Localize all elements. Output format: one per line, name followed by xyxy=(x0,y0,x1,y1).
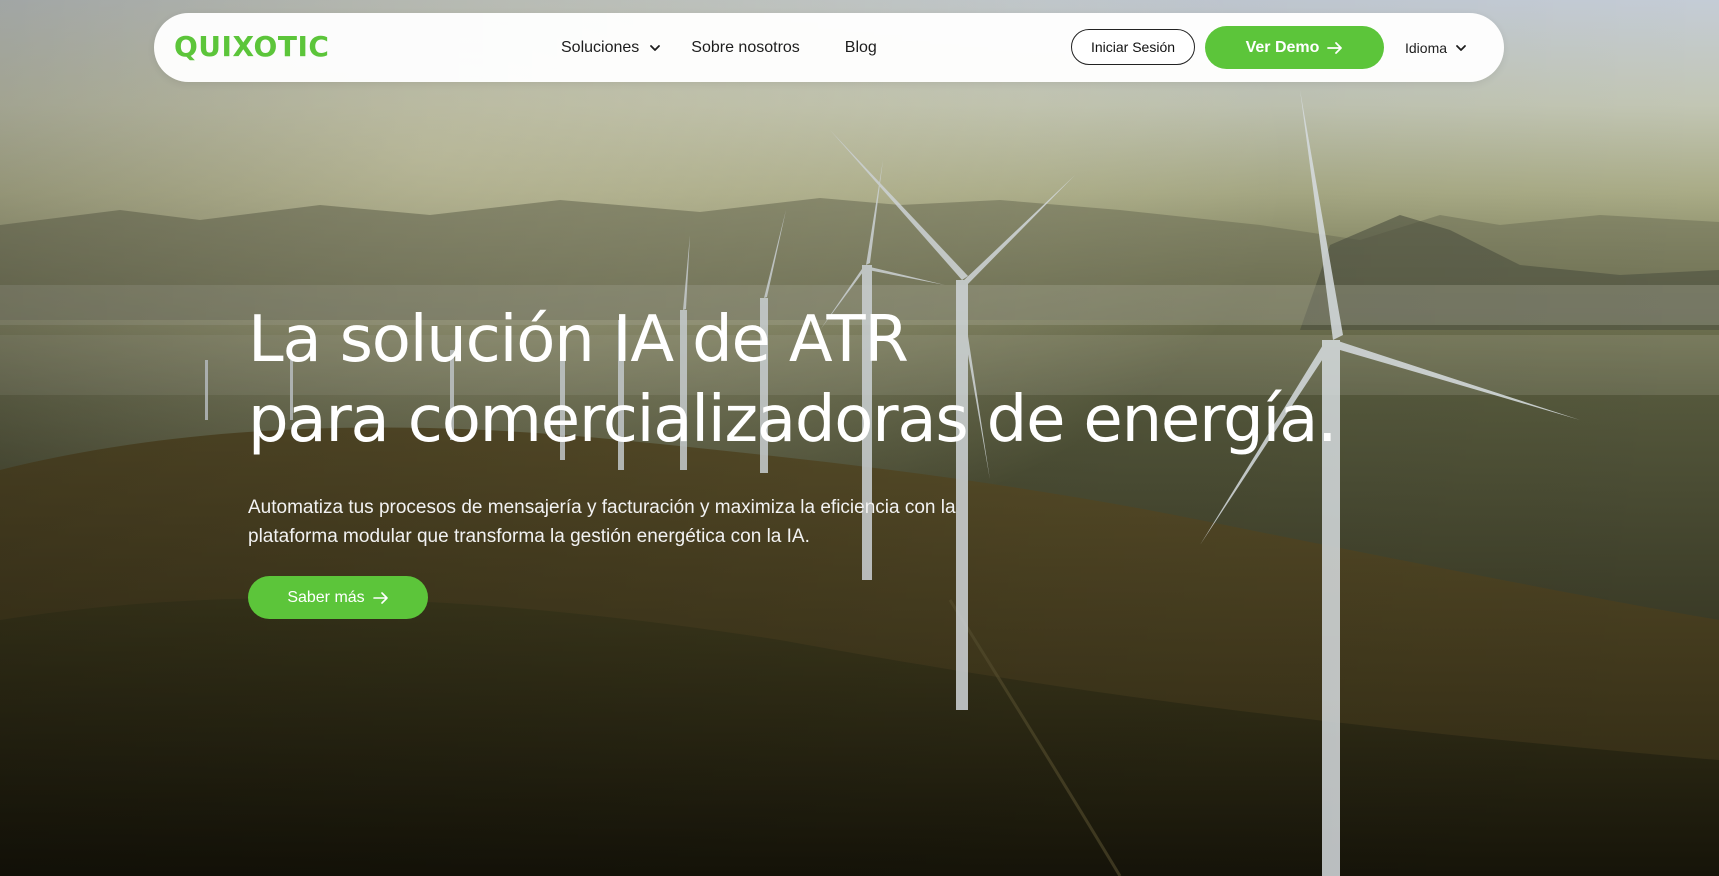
arrow-right-icon xyxy=(372,591,388,604)
nav-item-soluciones[interactable]: Soluciones xyxy=(561,39,661,57)
nav-item-sobre-nosotros[interactable]: Sobre nosotros xyxy=(691,39,800,57)
language-label: Idioma xyxy=(1405,39,1448,56)
chevron-down-icon xyxy=(1456,44,1466,51)
landing-page: QUIXOTIC Soluciones Sobre nosotros Blog … xyxy=(0,0,1719,876)
hero-title-line-1: La solución IA de ATR xyxy=(248,303,909,377)
saber-mas-label: Saber más xyxy=(287,588,365,606)
hero-subtitle: Automatiza tus procesos de mensajería y … xyxy=(248,497,956,547)
top-navbar: QUIXOTIC Soluciones Sobre nosotros Blog … xyxy=(154,13,1504,82)
nav-item-blog[interactable]: Blog xyxy=(845,39,877,57)
hero-title: La solución IA de ATR para comercializad… xyxy=(248,300,1337,460)
nav-item-label: Blog xyxy=(844,38,877,56)
demo-button-label: Ver Demo xyxy=(1245,38,1320,56)
demo-button[interactable]: Ver Demo xyxy=(1205,26,1384,69)
nav-links: Soluciones Sobre nosotros Blog xyxy=(561,13,907,82)
nav-item-label: Sobre nosotros xyxy=(691,38,800,56)
nav-item-label: Soluciones xyxy=(561,38,640,56)
language-selector[interactable]: Idioma xyxy=(1405,13,1467,82)
login-button[interactable]: Iniciar Sesión xyxy=(1071,29,1195,65)
chevron-down-icon xyxy=(650,44,661,51)
brand-logo[interactable]: QUIXOTIC xyxy=(174,30,329,63)
hero-title-line-2: para comercializadoras de energía. xyxy=(248,383,1337,457)
arrow-right-icon xyxy=(1327,41,1343,54)
saber-mas-button[interactable]: Saber más xyxy=(248,576,428,619)
